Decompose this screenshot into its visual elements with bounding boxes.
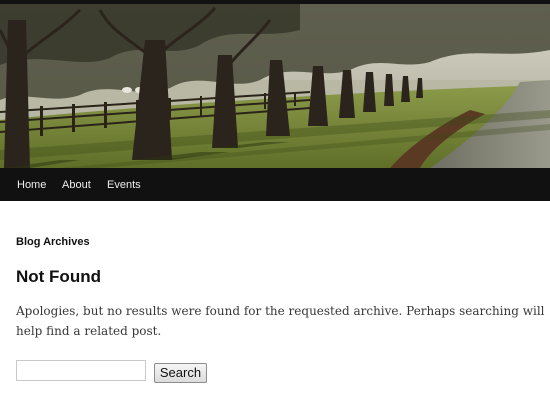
- search-input[interactable]: [16, 360, 146, 381]
- main-navigation: Home About Events: [0, 168, 550, 201]
- not-found-message: Apologies, but no results were found for…: [16, 304, 545, 338]
- archive-label: Blog Archives: [16, 236, 90, 248]
- nav-item-home[interactable]: Home: [17, 168, 46, 201]
- header-image: [0, 0, 550, 168]
- nav-item-events[interactable]: Events: [107, 168, 141, 201]
- page-title: Not Found: [16, 267, 101, 286]
- nav-item-about[interactable]: About: [62, 168, 91, 201]
- search-button[interactable]: Search: [154, 363, 207, 383]
